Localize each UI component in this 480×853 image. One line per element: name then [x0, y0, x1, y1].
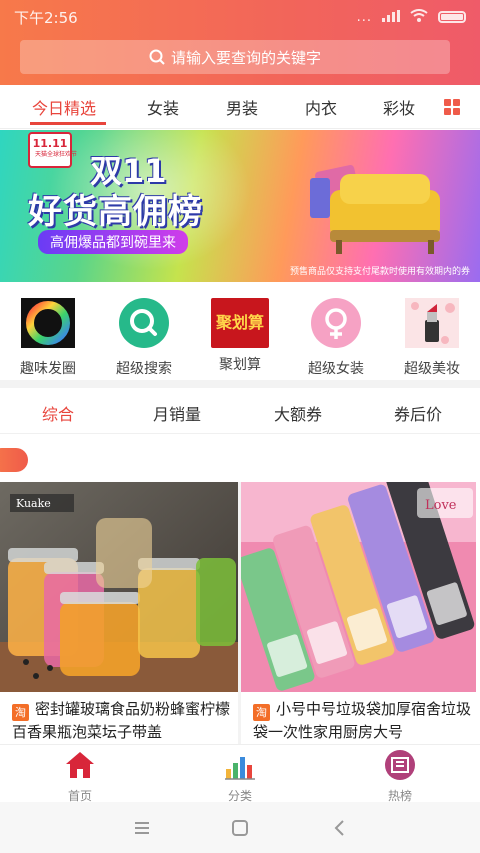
home-icon: [66, 752, 94, 778]
menu-icon[interactable]: [132, 818, 152, 838]
back-icon[interactable]: [330, 818, 350, 838]
promo-banner[interactable]: 11.11 天猫全球狂欢节 双11 好货高佣榜 高佣爆品都到碗里来 预售商品仅支…: [0, 130, 480, 282]
sort-big-coupon[interactable]: 大额券: [274, 401, 322, 425]
active-tab-indicator: [30, 122, 106, 125]
header: 下午2:56 ... 请输入要查询的关键字: [0, 0, 480, 85]
tab-underwear[interactable]: 内衣: [305, 95, 337, 119]
divider: [0, 380, 480, 388]
chart-icon: [225, 757, 255, 780]
svg-text:Love: Love: [425, 498, 457, 513]
category-tabs: 今日精选 女装 男装 内衣 彩妆: [0, 85, 480, 129]
scroll-top-pill[interactable]: [0, 448, 28, 472]
status-bar: 下午2:56 ...: [0, 0, 480, 32]
taobao-badge: 淘: [12, 704, 29, 721]
product-card[interactable]: Love 淘小号中号垃圾袋加厚宿舍垃圾袋一次性家用厨房大号: [238, 482, 476, 744]
status-icons: ...: [357, 8, 466, 26]
taobao-badge: 淘: [253, 704, 270, 721]
banner-subtitle: 高佣爆品都到碗里来: [38, 230, 188, 254]
sort-comprehensive[interactable]: 综合: [42, 401, 74, 425]
category-icons: 趣味发圈 超级搜索 聚划算 聚划算 超级女装 超级美妆: [0, 292, 480, 377]
category-super-search[interactable]: 超级搜索: [96, 298, 192, 378]
nav-home[interactable]: 首页: [40, 749, 120, 804]
wifi-icon: [410, 8, 428, 26]
search-icon: [149, 49, 165, 65]
banner-note: 预售商品仅支持支付尾款时使用有效期内的券: [289, 267, 470, 277]
product-card[interactable]: Kuake 淘密封罐玻璃食品奶粉蜂蜜柠檬百香果瓶泡菜坛子带盖: [0, 482, 238, 744]
tab-mens[interactable]: 男装: [226, 95, 258, 119]
search-placeholder: 请输入要查询的关键字: [170, 48, 321, 67]
product-image-jars: Kuake: [0, 482, 238, 692]
juhuasuan-icon: 聚划算: [211, 298, 269, 348]
battery-icon: [438, 11, 466, 23]
category-super-beauty[interactable]: 超级美妆: [384, 298, 480, 378]
tab-womens[interactable]: 女装: [147, 95, 179, 119]
nav-category[interactable]: 分类: [200, 749, 280, 804]
svg-text:Kuake: Kuake: [16, 497, 51, 510]
category-juhuasuan[interactable]: 聚划算 聚划算: [192, 298, 288, 374]
home-square-icon[interactable]: [230, 818, 250, 838]
category-fun-hair[interactable]: 趣味发圈: [0, 298, 96, 378]
lipstick-icon: [405, 298, 459, 348]
sort-monthly-sales[interactable]: 月销量: [153, 401, 201, 425]
banner-title-line2: 好货高佣榜: [28, 192, 203, 232]
ring-icon: [21, 298, 75, 348]
hotlist-icon: [385, 750, 415, 780]
search-input[interactable]: 请输入要查询的关键字: [20, 40, 450, 74]
sort-bar: 综合 月销量 大额券 券后价: [0, 388, 480, 434]
product-image-trash-bags: Love: [241, 482, 476, 692]
product-title: 淘小号中号垃圾袋加厚宿舍垃圾袋一次性家用厨房大号: [253, 700, 472, 741]
system-nav-bar: [0, 802, 480, 853]
bottom-nav: 首页 分类 热榜: [0, 744, 480, 804]
search-icon: [119, 298, 169, 348]
product-title: 淘密封罐玻璃食品奶粉蜂蜜柠檬百香果瓶泡菜坛子带盖: [12, 700, 231, 741]
female-icon: [311, 298, 361, 348]
signal-icon: [382, 8, 400, 26]
banner-badge: 11.11 天猫全球狂欢节: [28, 132, 77, 168]
more-dots: ...: [356, 9, 372, 25]
category-super-women[interactable]: 超级女装: [288, 298, 384, 378]
grid-menu-icon[interactable]: [444, 99, 460, 115]
tab-today-picks[interactable]: 今日精选: [32, 95, 96, 119]
app-page: 下午2:56 ... 请输入要查询的关键字 今日精选 女装 男装 内衣 彩妆 1…: [0, 0, 480, 853]
tab-makeup[interactable]: 彩妆: [383, 95, 415, 119]
sofa-image: [310, 165, 440, 254]
status-time: 下午2:56: [14, 9, 78, 27]
sort-price-after-coupon[interactable]: 券后价: [394, 401, 442, 425]
nav-hotlist[interactable]: 热榜: [360, 749, 440, 804]
